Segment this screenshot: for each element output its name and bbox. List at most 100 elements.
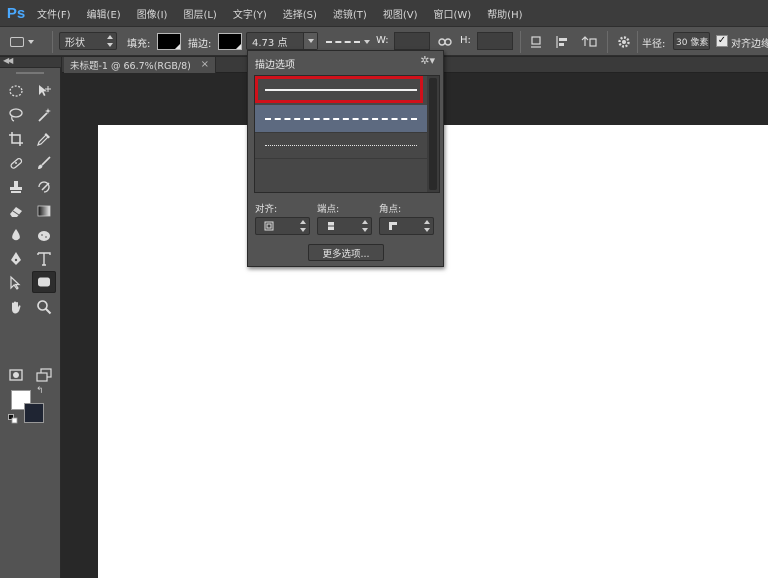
stroke-style-solid[interactable]: [255, 76, 427, 103]
tool-mode-value: 形状: [65, 37, 85, 49]
stroke-corners-select[interactable]: [379, 217, 434, 235]
tool-preset-picker[interactable]: [10, 32, 50, 52]
photoshop-logo: Ps: [6, 4, 26, 22]
background-color-swatch[interactable]: [24, 403, 44, 423]
tool-history-brush[interactable]: [32, 176, 56, 198]
gear-icon[interactable]: [615, 33, 633, 51]
tool-blur[interactable]: [4, 224, 28, 246]
path-arrangement-icon[interactable]: [580, 33, 598, 51]
align-edges-checkbox[interactable]: ✓: [716, 35, 728, 47]
tool-zoom[interactable]: [32, 296, 56, 318]
height-input[interactable]: [477, 32, 513, 50]
blur-drop-icon: [12, 229, 20, 241]
width-label: W:: [376, 35, 389, 46]
tool-pen[interactable]: [4, 248, 28, 270]
stroke-style-scrollbar[interactable]: [427, 76, 439, 192]
document-tab[interactable]: 未标题-1 @ 66.7%(RGB/8) ×: [64, 57, 216, 73]
eyedropper-icon: [37, 133, 50, 146]
updown-arrow-icon: [362, 220, 368, 232]
toolbox: ↰: [0, 68, 61, 578]
divider: [52, 31, 53, 53]
fill-color-swatch[interactable]: [157, 33, 181, 50]
tool-quick-mask[interactable]: [4, 364, 28, 386]
stroke-align-select[interactable]: [255, 217, 310, 235]
tool-mode-select[interactable]: 形状: [59, 32, 117, 50]
close-icon[interactable]: ×: [201, 59, 209, 70]
stroke-color-swatch[interactable]: [218, 33, 242, 50]
path-operations-icon[interactable]: [527, 33, 545, 51]
stroke-type-picker[interactable]: [326, 32, 372, 52]
tool-brush[interactable]: [32, 152, 56, 174]
align-inside-icon: [264, 221, 274, 231]
more-options-button[interactable]: 更多选项...: [308, 244, 384, 261]
corners-label: 角点:: [379, 204, 402, 215]
width-input[interactable]: [394, 32, 430, 50]
height-label: H:: [460, 35, 471, 46]
caps-label: 端点:: [317, 204, 340, 215]
chevron-down-icon: [28, 40, 34, 44]
chevron-down-icon: [364, 40, 370, 44]
tool-spot-healing[interactable]: [4, 152, 28, 174]
scrollbar-thumb[interactable]: [429, 78, 437, 190]
tool-elliptical-marquee[interactable]: [4, 80, 28, 102]
menu-file[interactable]: 文件(F): [37, 6, 71, 21]
menu-view[interactable]: 视图(V): [383, 6, 418, 21]
chevron-down-icon: [307, 39, 314, 43]
tool-magic-wand[interactable]: [32, 104, 56, 126]
quick-mask-icon: [9, 369, 23, 381]
zoom-icon: [37, 300, 52, 315]
link-icon[interactable]: [436, 33, 454, 51]
menu-window[interactable]: 窗口(W): [433, 6, 471, 21]
gear-icon[interactable]: ✲▾: [420, 54, 435, 67]
tool-clone-stamp[interactable]: [4, 176, 28, 198]
menu-help[interactable]: 帮助(H): [487, 6, 522, 21]
stroke-style-list: [254, 75, 440, 193]
stroke-options-panel: 描边选项 ✲▾ 对齐: 端点: 角点: 更多选项...: [247, 50, 444, 267]
healing-brush-icon: [10, 157, 23, 169]
tool-path-selection[interactable]: [4, 272, 28, 294]
tool-screen-mode[interactable]: [32, 364, 56, 386]
tool-gradient[interactable]: [32, 200, 56, 222]
lasso-icon: [9, 108, 23, 122]
stroke-width-dropdown[interactable]: [303, 33, 317, 49]
tool-dodge[interactable]: [32, 224, 56, 246]
divider: [637, 31, 638, 53]
tool-lasso[interactable]: [4, 104, 28, 126]
menu-edit[interactable]: 编辑(E): [87, 6, 121, 21]
tool-rounded-rectangle[interactable]: [32, 271, 56, 293]
stroke-width-field[interactable]: 4.73 点: [246, 32, 318, 50]
pen-icon: [11, 252, 21, 265]
tool-eyedropper[interactable]: [32, 128, 56, 150]
align-edges-label: 对齐边缘: [731, 39, 768, 50]
butt-cap-icon: [327, 222, 335, 230]
tool-crop[interactable]: [4, 128, 28, 150]
menu-bar: Ps 文件(F) 编辑(E) 图像(I) 图层(L) 文字(Y) 选择(S) 滤…: [0, 0, 768, 26]
stamp-icon: [10, 181, 22, 193]
tool-hand[interactable]: [4, 296, 28, 318]
miter-join-icon: [389, 222, 397, 230]
menu-select[interactable]: 选择(S): [283, 6, 317, 21]
radius-input[interactable]: 30 像素: [673, 32, 710, 50]
tool-eraser[interactable]: [4, 200, 28, 222]
menu-image[interactable]: 图像(I): [137, 6, 168, 21]
stroke-style-dashed[interactable]: [255, 105, 427, 132]
swap-colors-icon[interactable]: ↰: [36, 386, 44, 396]
tool-move[interactable]: [32, 80, 56, 102]
path-alignment-icon[interactable]: [553, 33, 571, 51]
stroke-caps-select[interactable]: [317, 217, 372, 235]
rounded-rectangle-icon: [10, 37, 24, 47]
stroke-options-title: 描边选项: [255, 60, 295, 71]
gradient-icon: [37, 205, 51, 217]
move-icon: [39, 85, 51, 96]
menu-layer[interactable]: 图层(L): [183, 6, 216, 21]
menu-filter[interactable]: 滤镜(T): [333, 6, 367, 21]
stroke-style-dotted[interactable]: [255, 132, 427, 159]
default-colors-icon[interactable]: [8, 414, 18, 424]
menu-type[interactable]: 文字(Y): [233, 6, 267, 21]
tool-type[interactable]: [32, 248, 56, 270]
collapse-icon[interactable]: ◀◀: [3, 56, 13, 65]
screen-mode-icon: [36, 368, 52, 382]
history-brush-icon: [38, 181, 50, 193]
toolbox-grip[interactable]: [16, 72, 44, 74]
updown-arrow-icon: [300, 220, 306, 232]
